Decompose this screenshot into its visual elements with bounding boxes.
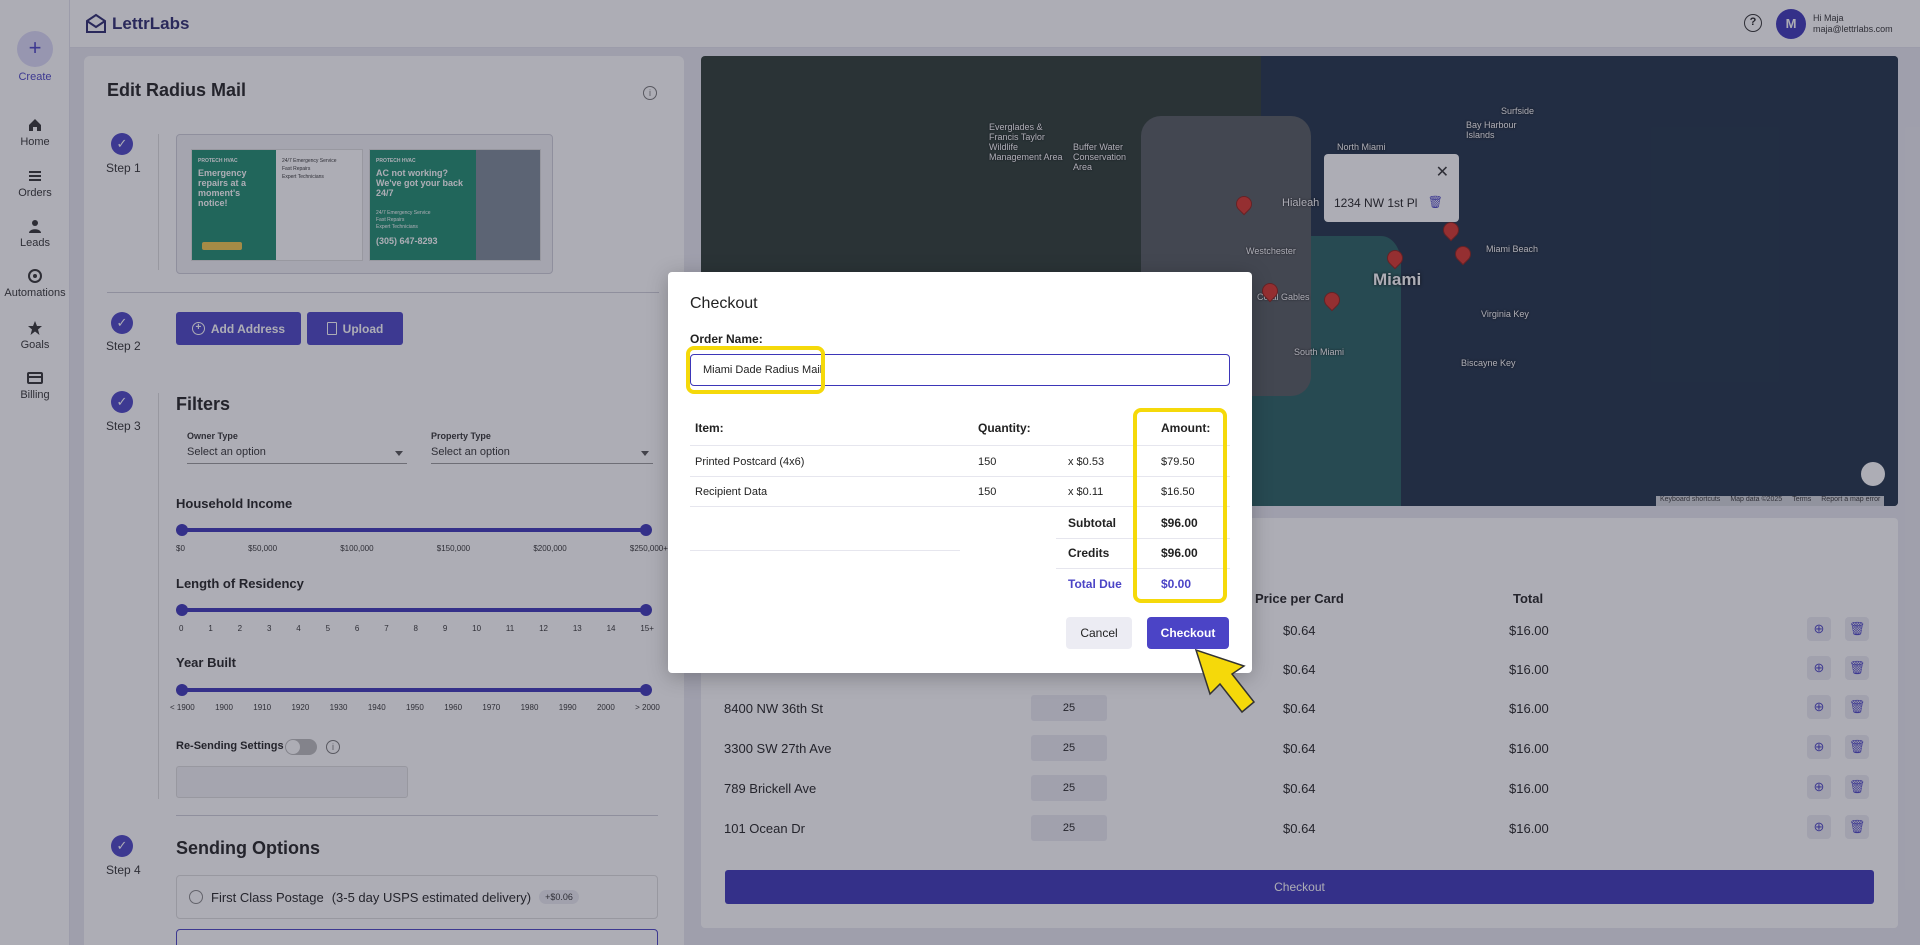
total-due-label: Total Due [1068,577,1122,591]
credits-label: Credits [1068,546,1110,560]
quantity-header: Quantity: [978,421,1031,435]
table-divider [690,550,960,551]
line-item-unit-price: x $0.11 [1068,486,1104,498]
order-name-label: Order Name: [690,332,763,346]
pointer-arrow-icon [1194,648,1256,714]
order-name-highlight [686,346,825,394]
line-item-quantity: 150 [978,486,997,498]
line-item-name: Printed Postcard (4x6) [695,456,805,468]
amount-column-highlight [1133,408,1227,603]
modal-title: Checkout [690,295,758,312]
line-item-name: Recipient Data [695,486,768,498]
item-header: Item: [695,421,724,435]
checkout-button[interactable]: Checkout [1147,617,1229,649]
line-item-quantity: 150 [978,456,997,468]
line-item-unit-price: x $0.53 [1068,456,1105,468]
subtotal-label: Subtotal [1068,516,1116,530]
cancel-button[interactable]: Cancel [1066,617,1132,649]
